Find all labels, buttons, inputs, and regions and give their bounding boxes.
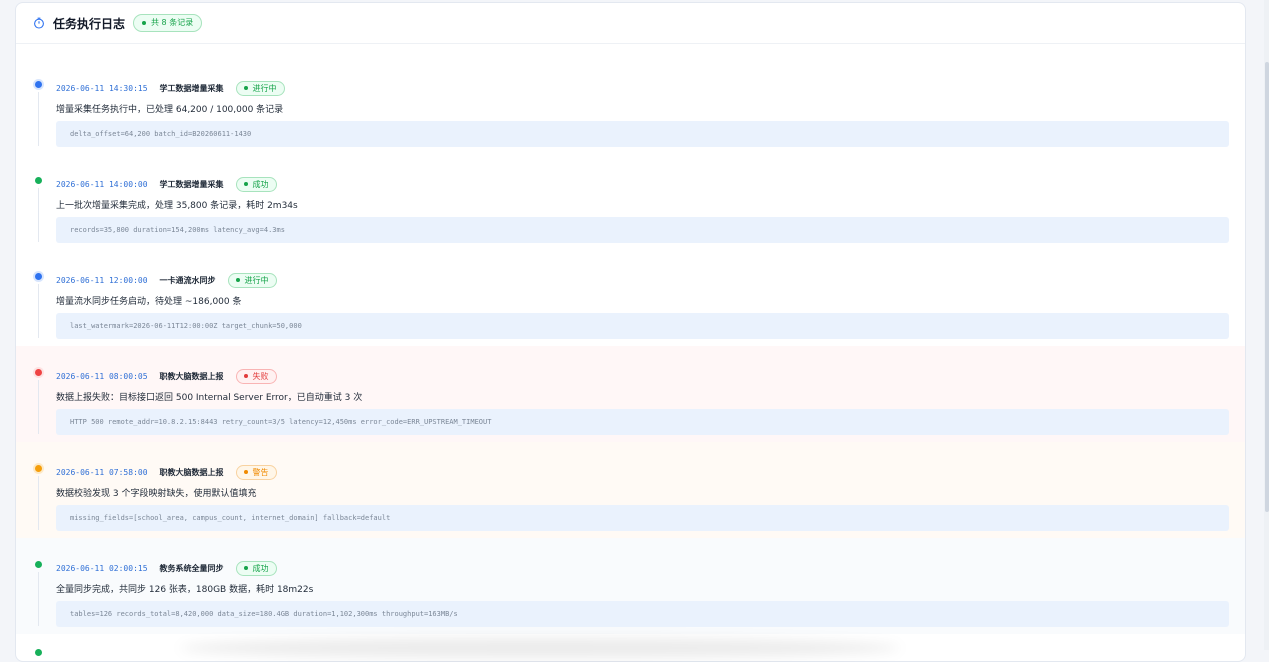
- scrollbar-track[interactable]: [1264, 0, 1269, 650]
- log-entry[interactable]: 2026-06-11 12:00:00 一卡通流水同步 进行中 增量流水同步任务…: [16, 250, 1245, 346]
- timeline-node-success: [35, 561, 42, 568]
- entry-timestamp: 2026-06-11 07:58:00: [56, 467, 148, 477]
- panel-header: 任务执行日志 共 8 条记录: [16, 3, 1245, 44]
- entry-task-name: 教务系统全量同步: [159, 563, 224, 573]
- log-entry[interactable]: 2026-06-11 02:00:15 教务系统全量同步 成功 全量同步完成，共…: [16, 538, 1245, 634]
- entry-message: 增量采集任务执行中，已处理 64,200 / 100,000 条记录: [56, 105, 284, 115]
- bottom-overlay-shadow: [180, 638, 900, 658]
- status-badge: 失败: [235, 368, 277, 384]
- log-entry[interactable]: 2026-06-11 14:30:15 学工数据增量采集 进行中 增量采集任务执…: [16, 58, 1245, 154]
- badge-dot: [142, 21, 147, 25]
- entry-meta: 2026-06-11 02:00:15 教务系统全量同步 成功: [56, 560, 277, 576]
- status-badge: 成功: [235, 176, 277, 192]
- task-log-panel: 任务执行日志 共 8 条记录 2026-06-11 14:30:15 学工数据增…: [15, 2, 1246, 662]
- page-title: 任务执行日志: [53, 16, 126, 31]
- timeline-node-running: [35, 273, 42, 280]
- status-dot: [235, 278, 240, 282]
- entry-message: 增量流水同步任务启动，待处理 ~186,000 条: [56, 297, 242, 307]
- status-dot: [243, 470, 248, 474]
- status-badge: 进行中: [235, 80, 285, 96]
- entry-detail-code[interactable]: last_watermark=2026-06-11T12:00:00Z targ…: [56, 313, 1229, 339]
- timeline-node-success: [35, 177, 42, 184]
- timeline-connector: [38, 380, 39, 434]
- status-text: 成功: [252, 179, 269, 189]
- log-entry[interactable]: 2026-06-11 07:58:00 职教大脑数据上报 警告 数据校验发现 3…: [16, 442, 1245, 538]
- timeline-connector: [38, 572, 39, 626]
- entry-timestamp: 2026-06-11 08:00:05: [56, 371, 148, 381]
- status-badge: 进行中: [227, 272, 277, 288]
- timeline-connector: [38, 476, 39, 530]
- entry-task-name: 职教大脑数据上报: [159, 371, 224, 381]
- entry-meta: 2026-06-11 08:00:05 职教大脑数据上报 失败: [56, 368, 277, 384]
- entry-timestamp: 2026-06-11 14:00:00: [56, 179, 148, 189]
- status-badge: 成功: [235, 560, 277, 576]
- entry-message: 上一批次增量采集完成，处理 35,800 条记录，耗时 2m34s: [56, 201, 298, 211]
- entry-detail-code[interactable]: delta_offset=64,200 batch_id=B20260611-1…: [56, 121, 1229, 147]
- entry-task-name: 一卡通流水同步: [159, 275, 216, 285]
- status-text: 失败: [252, 371, 269, 381]
- record-count-text: 共 8 条记录: [151, 18, 194, 27]
- status-text: 进行中: [244, 275, 269, 285]
- entry-message: 数据校验发现 3 个字段映射缺失，使用默认值填充: [56, 489, 257, 499]
- status-dot: [243, 374, 248, 378]
- entry-task-name: 职教大脑数据上报: [159, 467, 224, 477]
- status-dot: [243, 182, 248, 186]
- timeline-node-running: [35, 81, 42, 88]
- status-text: 进行中: [252, 83, 277, 93]
- entry-meta: 2026-06-11 07:58:00 职教大脑数据上报 警告: [56, 464, 277, 480]
- scrollbar-thumb[interactable]: [1265, 62, 1269, 512]
- entry-meta: 2026-06-11 12:00:00 一卡通流水同步 进行中: [56, 272, 277, 288]
- entry-detail-code[interactable]: HTTP 500 remote_addr=10.8.2.15:8443 retr…: [56, 409, 1229, 435]
- entry-detail-code[interactable]: records=35,800 duration=154,200ms latenc…: [56, 217, 1229, 243]
- entry-detail-code[interactable]: missing_fields=[school_area, campus_coun…: [56, 505, 1229, 531]
- timeline-connector: [38, 188, 39, 242]
- status-dot: [243, 86, 248, 90]
- entry-timestamp: 2026-06-11 02:00:15: [56, 563, 148, 573]
- log-entry[interactable]: 2026-06-11 14:00:00 学工数据增量采集 成功 上一批次增量采集…: [16, 154, 1245, 250]
- entry-message: 全量同步完成，共同步 126 张表，180GB 数据，耗时 18m22s: [56, 585, 314, 595]
- status-text: 警告: [252, 467, 269, 477]
- entry-task-name: 学工数据增量采集: [159, 83, 224, 93]
- log-entry[interactable]: 2026-06-11 08:00:05 职教大脑数据上报 失败 数据上报失败：目…: [16, 346, 1245, 442]
- entry-detail-code[interactable]: tables=126 records_total=8,420,000 data_…: [56, 601, 1229, 627]
- timeline-connector: [38, 92, 39, 146]
- record-count-badge: 共 8 条记录: [133, 14, 203, 32]
- entry-timestamp: 2026-06-11 14:30:15: [56, 83, 148, 93]
- entry-timestamp: 2026-06-11 12:00:00: [56, 275, 148, 285]
- timeline-node-warning: [35, 465, 42, 472]
- timeline-node-next: [35, 649, 42, 656]
- timeline-node-failed: [35, 369, 42, 376]
- stopwatch-icon: [34, 17, 44, 29]
- entry-meta: 2026-06-11 14:30:15 学工数据增量采集 进行中: [56, 80, 285, 96]
- entry-task-name: 学工数据增量采集: [159, 179, 224, 189]
- status-badge: 警告: [235, 464, 277, 480]
- entry-message: 数据上报失败：目标接口返回 500 Internal Server Error，…: [56, 393, 363, 403]
- status-dot: [243, 566, 248, 570]
- entry-meta: 2026-06-11 14:00:00 学工数据增量采集 成功: [56, 176, 277, 192]
- status-text: 成功: [252, 563, 269, 573]
- timeline-connector: [38, 284, 39, 338]
